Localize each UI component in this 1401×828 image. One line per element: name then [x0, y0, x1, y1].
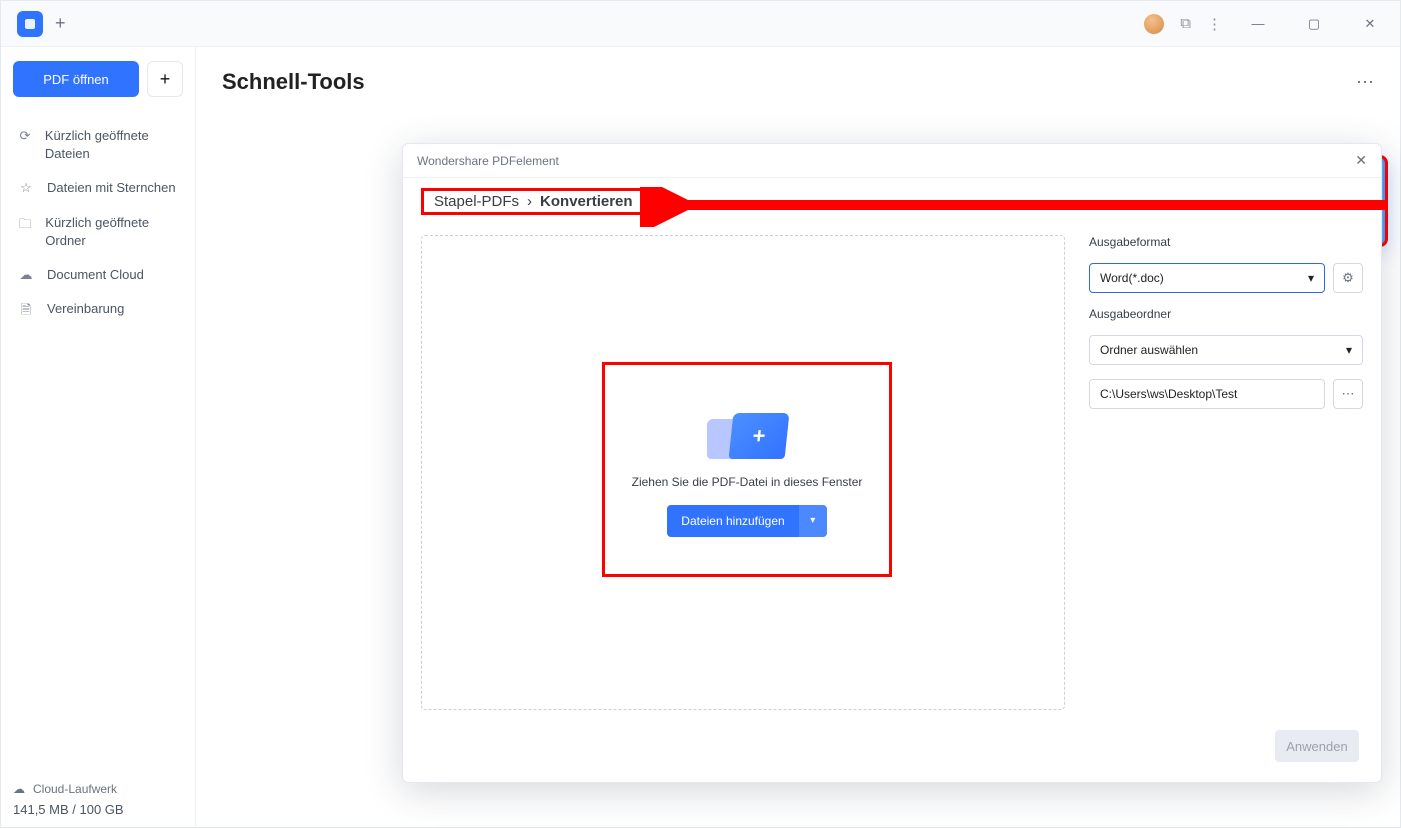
document-icon: 🗎: [17, 301, 35, 323]
main-area: Schnell-Tools ⋯ Stapel-PDFs PDFs stapelw…: [196, 47, 1400, 827]
apply-button[interactable]: Anwenden: [1275, 730, 1359, 762]
annotation-arrow: [640, 187, 1400, 227]
clock-icon: ⟳: [17, 128, 33, 144]
sidebar-item-label: Vereinbarung: [47, 300, 124, 318]
output-format-select[interactable]: Word(*.doc) ▾: [1089, 263, 1325, 293]
breadcrumb: Stapel-PDFs › Konvertieren: [421, 188, 646, 215]
title-bar: + ⧉ ⋮ — ▢ ✕: [1, 1, 1400, 47]
chevron-right-icon: ›: [527, 193, 532, 210]
breadcrumb-current: Konvertieren: [540, 193, 633, 210]
chevron-down-icon: ▾: [1346, 343, 1352, 357]
sidebar-item-cloud[interactable]: ☁ Document Cloud: [13, 258, 183, 292]
browse-folder-button[interactable]: ⋯: [1333, 379, 1363, 409]
sidebar-item-label: Kürzlich geöffnete Dateien: [45, 127, 179, 163]
modal-window-title: Wondershare PDFelement: [417, 154, 559, 168]
page-title: Schnell-Tools: [222, 69, 365, 95]
window-maximize-button[interactable]: ▢: [1294, 9, 1334, 39]
window-close-button[interactable]: ✕: [1350, 9, 1390, 39]
batch-modal: Wondershare PDFelement ✕ Stapel-PDFs › K…: [402, 143, 1382, 783]
breadcrumb-root[interactable]: Stapel-PDFs: [434, 193, 519, 210]
chevron-down-icon: ▾: [1308, 271, 1314, 285]
cloud-drive-label: Cloud-Laufwerk: [33, 782, 117, 796]
page-menu-button[interactable]: ⋯: [1356, 72, 1374, 93]
folder-icon: 🗀: [17, 215, 33, 237]
sidebar-item-starred[interactable]: ☆ Dateien mit Sternchen: [13, 171, 183, 205]
sidebar-item-label: Dateien mit Sternchen: [47, 179, 176, 197]
sidebar-item-recent-folders[interactable]: 🗀 Kürzlich geöffnete Ordner: [13, 206, 183, 258]
open-pdf-button[interactable]: PDF öffnen: [13, 61, 139, 97]
add-file-button[interactable]: +: [147, 61, 183, 97]
select-value: Word(*.doc): [1100, 271, 1164, 285]
output-folder-label: Ausgabeordner: [1089, 307, 1363, 321]
output-folder-select[interactable]: Ordner auswählen ▾: [1089, 335, 1363, 365]
more-icon[interactable]: ⋮: [1207, 15, 1222, 33]
sidebar-item-agreement[interactable]: 🗎 Vereinbarung: [13, 292, 183, 331]
output-format-label: Ausgabeformat: [1089, 235, 1363, 249]
avatar[interactable]: [1144, 14, 1164, 34]
file-dropzone[interactable]: + Ziehen Sie die PDF-Datei in dieses Fen…: [421, 235, 1065, 710]
window-minimize-button[interactable]: —: [1238, 9, 1278, 39]
add-files-dropdown-button[interactable]: ▾: [799, 505, 827, 537]
feedback-icon[interactable]: ⧉: [1180, 15, 1191, 32]
format-settings-button[interactable]: ⚙: [1333, 263, 1363, 293]
sidebar-item-label: Document Cloud: [47, 266, 144, 284]
star-icon: ☆: [17, 180, 35, 196]
drop-hint-text: Ziehen Sie die PDF-Datei in dieses Fenst…: [632, 475, 863, 489]
folder-add-icon: +: [707, 403, 787, 459]
modal-close-button[interactable]: ✕: [1355, 152, 1367, 169]
output-path-input[interactable]: [1089, 379, 1325, 409]
new-tab-button[interactable]: +: [55, 13, 66, 34]
select-value: Ordner auswählen: [1100, 343, 1198, 357]
add-files-button[interactable]: Dateien hinzufügen: [667, 505, 798, 537]
sidebar: PDF öffnen + ⟳ Kürzlich geöffnete Dateie…: [1, 47, 196, 827]
sidebar-item-label: Kürzlich geöffnete Ordner: [45, 214, 179, 250]
cloud-icon: ☁: [17, 267, 35, 283]
cloud-icon: ☁: [13, 782, 25, 796]
sidebar-item-recent-files[interactable]: ⟳ Kürzlich geöffnete Dateien: [13, 119, 183, 171]
cloud-drive-link[interactable]: ☁ Cloud-Laufwerk: [13, 782, 183, 796]
app-logo: [17, 11, 43, 37]
storage-usage: 141,5 MB / 100 GB: [13, 802, 183, 817]
